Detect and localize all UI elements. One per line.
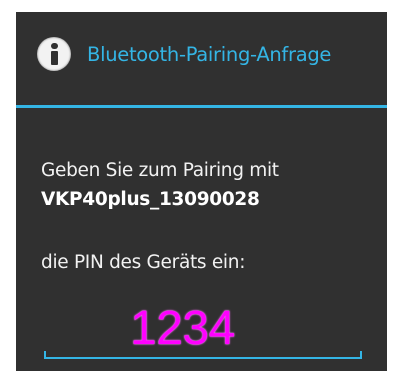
- pin-input[interactable]: 1234: [44, 302, 362, 360]
- title-divider: [16, 105, 387, 108]
- pairing-dialog: Bluetooth-Pairing-Anfrage Geben Sie zum …: [16, 12, 387, 371]
- device-name: VKP40plus_13090028: [41, 189, 260, 210]
- dialog-title: Bluetooth-Pairing-Anfrage: [87, 43, 332, 66]
- info-icon: [37, 37, 71, 71]
- info-icon-dot: [51, 43, 58, 49]
- pin-input-underline-left-tick: [44, 351, 46, 358]
- info-icon-stem: [51, 51, 58, 65]
- pin-prompt-text: die PIN des Geräts ein:: [41, 252, 246, 273]
- pin-input-underline: [44, 357, 362, 359]
- pairing-instruction-text: Geben Sie zum Pairing mit: [41, 160, 279, 181]
- pin-value: 1234: [130, 302, 235, 355]
- pin-input-underline-right-tick: [360, 351, 362, 358]
- dialog-title-bar: Bluetooth-Pairing-Anfrage: [16, 12, 387, 107]
